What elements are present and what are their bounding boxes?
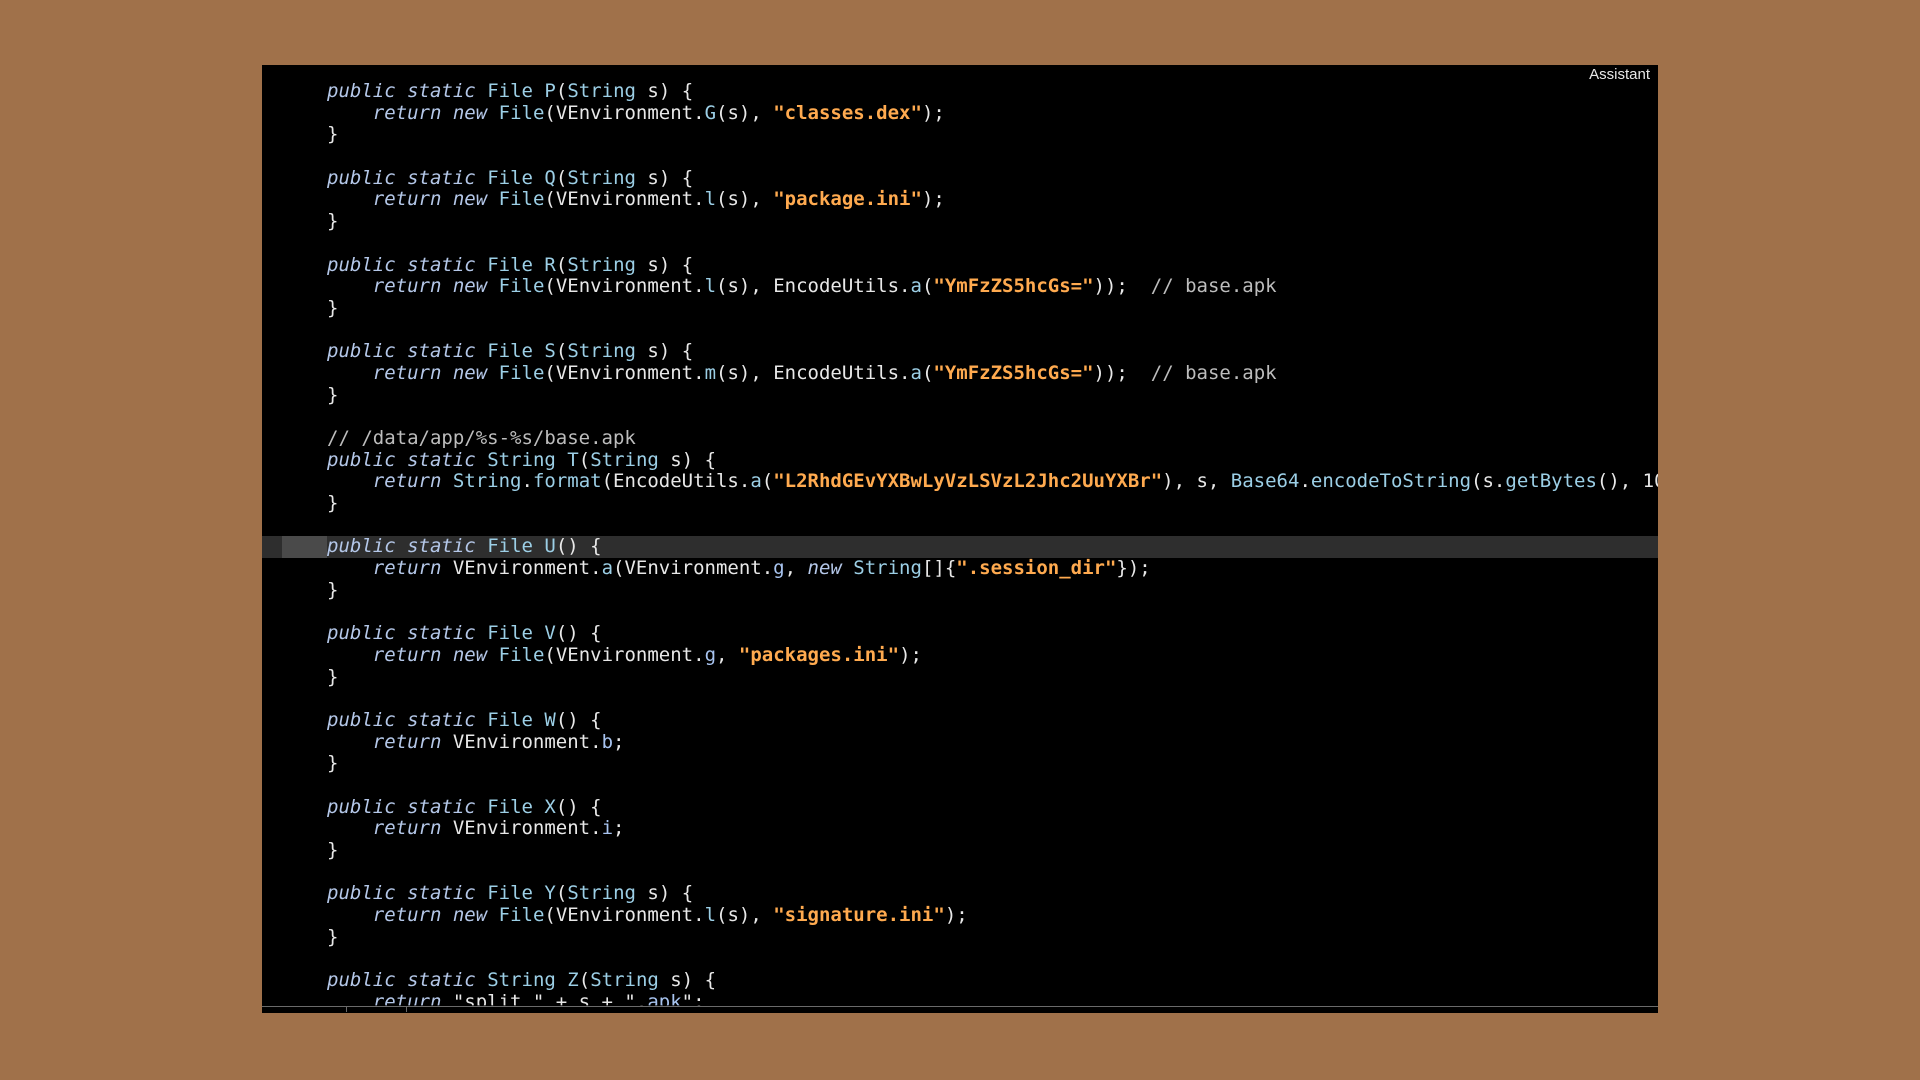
method-signature: public static File S(String s) { — [327, 340, 694, 363]
code-line: public static String T(String s) { — [262, 448, 1658, 472]
closing-brace: } — [327, 578, 339, 601]
method-signature: public static File W() { — [327, 708, 602, 731]
code-line: return new File(VEnvironment.g, "package… — [262, 643, 1658, 667]
code-line: public static String Z(String s) { — [262, 969, 1658, 992]
status-divider — [406, 1007, 407, 1012]
code-line: } — [262, 210, 1658, 233]
closing-brace: } — [327, 296, 339, 319]
statement: return String.format(EncodeUtils.a( — [372, 470, 774, 493]
code-line: public static File V() { — [262, 622, 1658, 645]
method-signature: public static File V() { — [327, 622, 602, 645]
code-comment: // base.apk — [1150, 361, 1277, 384]
code-line: } — [262, 124, 1658, 146]
statement: return VEnvironment.a(VEnvironment.g, ne… — [372, 557, 957, 580]
code-line: public static File R(String s) { — [262, 253, 1658, 277]
status-bar — [262, 1006, 1658, 1013]
method-signature: public static String Z(String s) { — [327, 969, 717, 992]
statement-end: )); — [1093, 275, 1128, 298]
code-line: } — [262, 383, 1658, 407]
string-literal: "package.ini" — [773, 188, 922, 211]
closing-brace: } — [327, 492, 339, 515]
current-line-highlight[interactable]: public static File U() { — [262, 535, 1658, 559]
method-signature: public static File R(String s) { — [327, 253, 694, 276]
method-signature: public static String T(String s) { — [327, 448, 717, 471]
method-signature: public static File Q(String s) { — [327, 166, 694, 189]
code-comment: // /data/app/%s-%s/base.apk — [327, 427, 636, 449]
code-line: } — [262, 839, 1658, 862]
statement: return new File(VEnvironment.g, — [372, 643, 739, 666]
code-line: } — [262, 492, 1658, 515]
closing-brace: } — [327, 665, 339, 688]
code-line: } — [262, 296, 1658, 320]
statement: return new File(VEnvironment.l(s), — [372, 904, 774, 927]
statement: return new File(VEnvironment.G(s), — [372, 101, 774, 124]
code-line: return VEnvironment.a(VEnvironment.g, ne… — [262, 557, 1658, 580]
closing-brace: } — [327, 383, 339, 406]
code-line: return new File(VEnvironment.m(s), Encod… — [262, 361, 1658, 385]
statement-end: }); — [1116, 557, 1151, 580]
code-line: return String.format(EncodeUtils.a("L2Rh… — [262, 471, 1658, 493]
code-line: return new File(VEnvironment.l(s), Encod… — [262, 275, 1658, 298]
code-line: public static File P(String s) { — [262, 80, 1658, 103]
code-line: return VEnvironment.i; — [262, 818, 1658, 840]
status-segment — [262, 1007, 347, 1012]
code-line: // /data/app/%s-%s/base.apk — [262, 427, 1658, 450]
statement-end: ); — [944, 904, 968, 927]
closing-brace: } — [327, 925, 339, 948]
code-line: } — [262, 665, 1658, 689]
code-line: return new File(VEnvironment.l(s), "sign… — [262, 904, 1658, 927]
statement-end: ), s, Base64.encodeToString(s.getBytes()… — [1162, 470, 1658, 493]
closing-brace: } — [327, 123, 339, 146]
statement-end: ); — [921, 188, 945, 211]
closing-brace: } — [327, 839, 339, 862]
statement: return new File(VEnvironment.m(s), Encod… — [372, 361, 934, 384]
code-line: return new File(VEnvironment.G(s), "clas… — [262, 101, 1658, 125]
string-literal: "YmFzZS5hcGs=" — [933, 361, 1094, 384]
string-literal: "signature.ini" — [773, 904, 945, 927]
code-line: return new File(VEnvironment.l(s), "pack… — [262, 189, 1658, 211]
string-literal: ".session_dir" — [956, 557, 1117, 580]
statement-end: ); — [899, 643, 922, 666]
code-view[interactable]: public static File P(String s) { return … — [262, 80, 1658, 1013]
string-literal: "packages.ini" — [738, 643, 900, 666]
statement-end: ); — [921, 101, 945, 124]
statement: return new File(VEnvironment.l(s), — [372, 188, 774, 211]
method-signature: public static File Y(String s) { — [327, 882, 694, 905]
closing-brace: } — [327, 210, 339, 233]
statement: return VEnvironment.b; — [372, 730, 625, 753]
closing-brace: } — [327, 752, 339, 775]
code-line: public static File S(String s) { — [262, 340, 1658, 363]
code-line: public static File Q(String s) { — [262, 166, 1658, 190]
code-line: } — [262, 578, 1658, 602]
method-signature: public static File X() { — [327, 795, 602, 818]
code-line: public static File W() { — [262, 708, 1658, 732]
code-line: return VEnvironment.b; — [262, 730, 1658, 754]
statement: return VEnvironment.i; — [372, 817, 625, 840]
code-line: public static File Y(String s) { — [262, 883, 1658, 905]
method-signature: public static File U() { — [327, 535, 602, 558]
method-signature: public static File P(String s) { — [327, 80, 694, 102]
code-line: } — [262, 925, 1658, 949]
code-comment: // base.apk — [1150, 275, 1277, 298]
code-line: } — [262, 752, 1658, 775]
statement-end: )); — [1093, 361, 1128, 384]
code-line: public static File X() { — [262, 795, 1658, 819]
code-editor-window: Assistant public static File P(String s)… — [262, 65, 1658, 1013]
string-literal: "L2RhdGEvYXBwLyVzLSVzL2Jhc2UuYXBr" — [773, 470, 1163, 493]
statement: return new File(VEnvironment.l(s), Encod… — [372, 275, 934, 298]
string-literal: "classes.dex" — [773, 101, 922, 124]
string-literal: "YmFzZS5hcGs=" — [933, 275, 1094, 298]
